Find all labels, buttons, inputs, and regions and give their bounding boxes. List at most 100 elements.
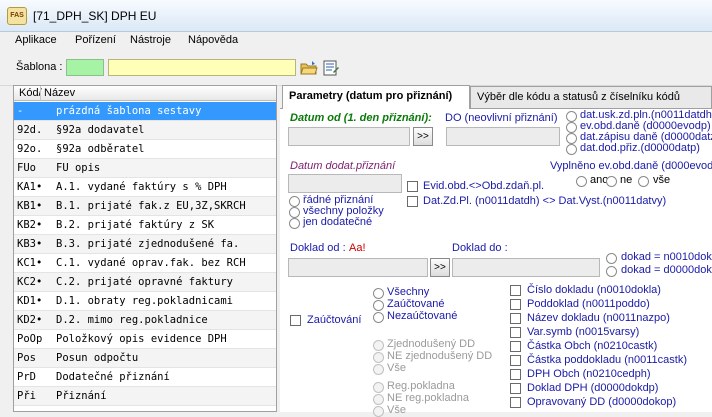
doklad-do-label: Doklad do : <box>452 242 508 254</box>
radio-ne-label: ne <box>620 174 633 186</box>
doklad-od-label: Doklad od : <box>290 242 346 254</box>
radio-reg-pokladna[interactable] <box>373 382 384 393</box>
copy-date-button[interactable]: >> <box>413 127 433 146</box>
chk-evid-obd-label: Evid.obd.<>Obd.zdaň.pl. <box>423 180 545 192</box>
chk-dph-obch[interactable] <box>510 369 521 380</box>
sablona-label: Šablona : <box>16 61 63 73</box>
tab-parametry[interactable]: Parametry (datum pro přiznání) <box>282 85 470 109</box>
chk-doklad-dph-label: Doklad DPH (d0000dokdp) <box>527 382 659 394</box>
toolbar: Šablona : <box>0 50 712 86</box>
chk-castka-poddokladu[interactable] <box>510 355 521 366</box>
tab-vyber-kodu[interactable]: Výběr dle kódu a statusů z číselníku kód… <box>470 86 712 108</box>
menu-porizeni[interactable]: Pořízení <box>75 34 116 46</box>
list-item[interactable]: FUo FU opis <box>14 159 276 178</box>
folder-open-icon[interactable] <box>300 59 318 77</box>
radio-nezauctovane[interactable] <box>373 312 384 323</box>
radio-dat-zapisu[interactable] <box>566 133 577 144</box>
radio-dat-dod[interactable] <box>566 144 577 155</box>
sablona-name-input[interactable] <box>108 59 296 76</box>
chk-opravovany-dd[interactable] <box>510 397 521 408</box>
radio-nezauctovane-label: Nezaúčtované <box>387 310 458 322</box>
chk-castka-obch[interactable] <box>510 341 521 352</box>
list-item[interactable]: KB1• B.1. prijaté fak.z EU,3Z,SKRCH <box>14 197 276 216</box>
menu-napoveda[interactable]: Nápověda <box>188 34 238 46</box>
list-item[interactable]: Při Přiznání <box>14 387 276 406</box>
chk-evid-obd[interactable] <box>407 181 418 192</box>
radio-vse[interactable] <box>638 176 649 187</box>
datum-dodat-input[interactable] <box>288 174 402 193</box>
chk-nazev-dokladu[interactable] <box>510 313 521 324</box>
list-item[interactable]: 92d. §92a dodavatel <box>14 121 276 140</box>
radio-dat-usk[interactable] <box>566 111 577 122</box>
chk-castka-poddokladu-label: Částka poddokladu (n0011castk) <box>527 354 688 366</box>
radio-vsechny-polozky[interactable] <box>289 207 300 218</box>
list-edit-icon[interactable] <box>322 59 340 77</box>
radio-regp-vse-label: Vše <box>387 404 406 416</box>
list-item[interactable]: PoOp Položkový opis evidence DPH <box>14 330 276 349</box>
datum-od-label: Datum od (1. den přiznání): <box>290 112 432 124</box>
doklad-od-input[interactable] <box>288 258 428 277</box>
chk-nazev-dokladu-label: Název dokladu (n0011nazpo) <box>527 312 670 324</box>
radio-ne-reg-pokladna-label: NE reg.pokladna <box>387 392 469 404</box>
chk-cislo-dokladu[interactable] <box>510 285 521 296</box>
chk-poddoklad-label: Poddoklad (n0011poddo) <box>527 298 650 310</box>
chk-zauctovani[interactable] <box>290 315 301 326</box>
list-item[interactable]: KA1• A.1. vydané faktúry s % DPH <box>14 178 276 197</box>
radio-ne-zjednoduseny[interactable] <box>373 352 384 363</box>
chk-dat-zd[interactable] <box>407 196 418 207</box>
radio-jen-dodatecne-label: jen dodatečné <box>303 216 373 228</box>
col-separator <box>40 86 41 101</box>
template-list[interactable]: Kód/ Název - prázdná šablona sestavy 92d.… <box>13 85 277 412</box>
radio-ne[interactable] <box>606 176 617 187</box>
list-item[interactable]: PrD Dodatečné přiznání <box>14 368 276 387</box>
datum-do-label: DO (neovlivní přiznání) <box>445 112 558 124</box>
chk-cislo-dokladu-label: Číslo dokladu (n0010dokla) <box>527 284 661 296</box>
menu-nastroje[interactable]: Nástroje <box>130 34 171 46</box>
chk-doklad-dph[interactable] <box>510 383 521 394</box>
radio-ev-obd[interactable] <box>566 122 577 133</box>
radio-jen-dodatecne[interactable] <box>289 218 300 229</box>
datum-dodat-label: Datum dodat.přiznání <box>290 160 396 172</box>
radio-dokad-d0000[interactable] <box>606 266 617 277</box>
list-item[interactable]: KD2• D.2. mimo reg.pokladnice <box>14 311 276 330</box>
col-kod-header[interactable]: Kód/ <box>19 87 42 99</box>
radio-ne-reg-pokladna[interactable] <box>373 394 384 405</box>
radio-vse-label: vše <box>653 174 671 186</box>
list-item[interactable]: KC2• C.2. prijaté opravné faktury <box>14 273 276 292</box>
vyplneno-label: Vyplněno ev.obd.daně (d000evodp <box>550 160 712 172</box>
radio-vsechny[interactable] <box>373 288 384 299</box>
chk-poddoklad[interactable] <box>510 299 521 310</box>
radio-zjednoduseny[interactable] <box>373 340 384 351</box>
radio-zauctovane-label: Zaúčtované <box>387 298 445 310</box>
app-logo-icon: FAS <box>7 7 27 25</box>
radio-zauctovane[interactable] <box>373 300 384 311</box>
list-item[interactable]: KD1• D.1. obraty reg.pokladnicami <box>14 292 276 311</box>
datum-od-input[interactable] <box>288 127 410 146</box>
list-item[interactable]: KB3• B.3. prijaté zjednodušené fa. <box>14 235 276 254</box>
doklad-od-hint: Aa! <box>349 242 366 254</box>
radio-vsechny-label: Všechny <box>387 286 430 298</box>
chk-var-symb-label: Var.symb (n0015varsy) <box>527 326 640 338</box>
chk-var-symb[interactable] <box>510 327 521 338</box>
doklad-do-input[interactable] <box>452 258 600 277</box>
chk-opravovany-dd-label: Opravovaný DD (d0000dokop) <box>527 396 677 408</box>
list-item[interactable]: Pos Posun odpočtu <box>14 349 276 368</box>
tab-body: Datum od (1. den přiznání): DO (neovlivn… <box>280 108 712 417</box>
list-item[interactable]: 92o. §92a odběratel <box>14 140 276 159</box>
menu-aplikace[interactable]: Aplikace <box>15 34 57 46</box>
col-nazev-header[interactable]: Název <box>44 87 75 99</box>
copy-doklad-button[interactable]: >> <box>430 258 450 277</box>
list-item[interactable]: KC1• C.1. vydané oprav.fak. bez RCH <box>14 254 276 273</box>
radio-radne[interactable] <box>289 196 300 207</box>
radio-ano[interactable] <box>576 176 587 187</box>
radio-zjednoduseny-label: Zjednodušený DD <box>387 338 476 350</box>
radio-zjedn-vse[interactable] <box>373 364 384 375</box>
datum-do-input[interactable] <box>446 127 560 146</box>
sablona-code-input[interactable] <box>66 59 104 76</box>
radio-dat-dod-label: dat.dod.přiz.(d0000datp) <box>580 142 700 154</box>
radio-dokad-n0010[interactable] <box>606 253 617 264</box>
chk-dat-zd-label: Dat.Zd.Pl. (n0011datdh) <> Dat.Vyst.(n00… <box>423 195 667 207</box>
radio-ne-zjednoduseny-label: NE zjednodušený DD <box>387 350 493 362</box>
list-item[interactable]: - prázdná šablona sestavy <box>14 102 276 121</box>
list-item[interactable]: KB2• B.2. prijaté faktúry z SK <box>14 216 276 235</box>
